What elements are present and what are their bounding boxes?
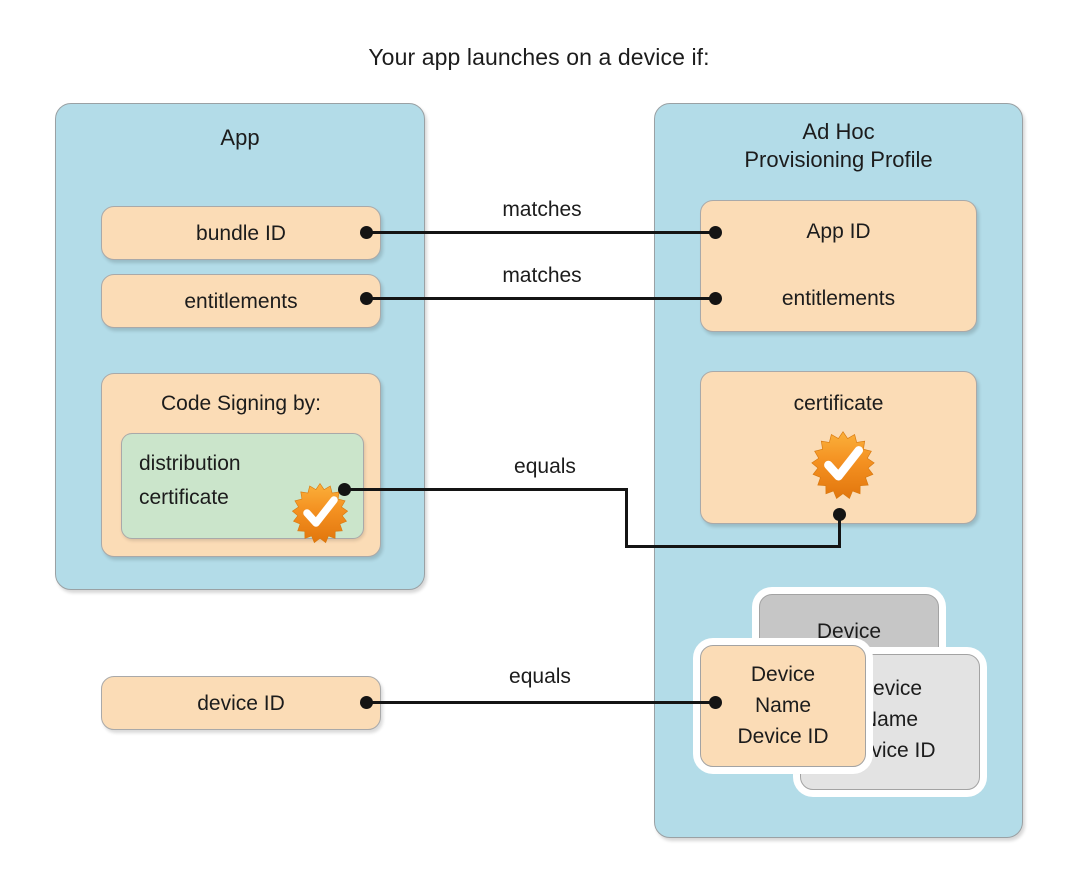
connector-dot-profile-entitlements (709, 292, 722, 305)
app-panel-title: App (220, 125, 260, 150)
device-card-front-label: Device Name Device ID (737, 663, 829, 748)
device-id-label: device ID (197, 692, 285, 715)
bundle-id-label: bundle ID (196, 222, 286, 245)
app-id-label: App ID (806, 220, 871, 243)
app-entitlements-label: entitlements (184, 290, 298, 313)
profile-entitlements-label: entitlements (781, 287, 896, 310)
connector-dot-profile-cert (833, 508, 846, 521)
certificate-seal-icon (811, 431, 875, 499)
connector-dot-app-entitlements (360, 292, 373, 305)
connector-dot-distribution-cert (338, 483, 351, 496)
profile-certificate-label: certificate (793, 392, 884, 415)
connector-dot-appid (709, 226, 722, 239)
profile-panel-title-line2: Provisioning Profile (744, 147, 933, 172)
bundle-id-box: bundle ID (101, 206, 381, 260)
diagram-canvas: Your app launches on a device if: App bu… (0, 0, 1078, 888)
connector-deviceid (366, 701, 718, 704)
profile-certificate-box: certificate (700, 371, 977, 524)
code-signing-box: Code Signing by: distribution certificat… (101, 373, 381, 557)
connector-label-matches-1: matches (502, 198, 582, 221)
profile-panel-title-line1: Ad Hoc (802, 119, 875, 144)
connector-dot-bundle (360, 226, 373, 239)
connector-cert-seg-1 (344, 488, 628, 491)
distribution-line-2: certificate (139, 486, 229, 509)
distribution-line-1: distribution (139, 452, 241, 475)
distribution-certificate-box: distribution certificate (121, 433, 364, 544)
connector-cert-seg-2 (625, 488, 628, 548)
app-entitlements-box: entitlements (101, 274, 381, 328)
device-card-front: Device Name Device ID (700, 645, 866, 767)
connector-label-equals-2: equals (509, 665, 571, 688)
device-id-box: device ID (101, 676, 381, 730)
connector-label-equals-1: equals (514, 455, 576, 478)
connector-label-matches-2: matches (502, 264, 582, 287)
code-signing-heading: Code Signing by: (161, 392, 321, 415)
connector-entitlements (366, 297, 718, 300)
device-card-back-label: Device (816, 620, 882, 643)
connector-cert-seg-3 (625, 545, 841, 548)
app-id-box: App ID entitlements (700, 200, 977, 332)
connector-dot-device-id (360, 696, 373, 709)
connector-bundle-appid (366, 231, 718, 234)
connector-dot-device-card (709, 696, 722, 709)
page-title: Your app launches on a device if: (368, 44, 710, 70)
